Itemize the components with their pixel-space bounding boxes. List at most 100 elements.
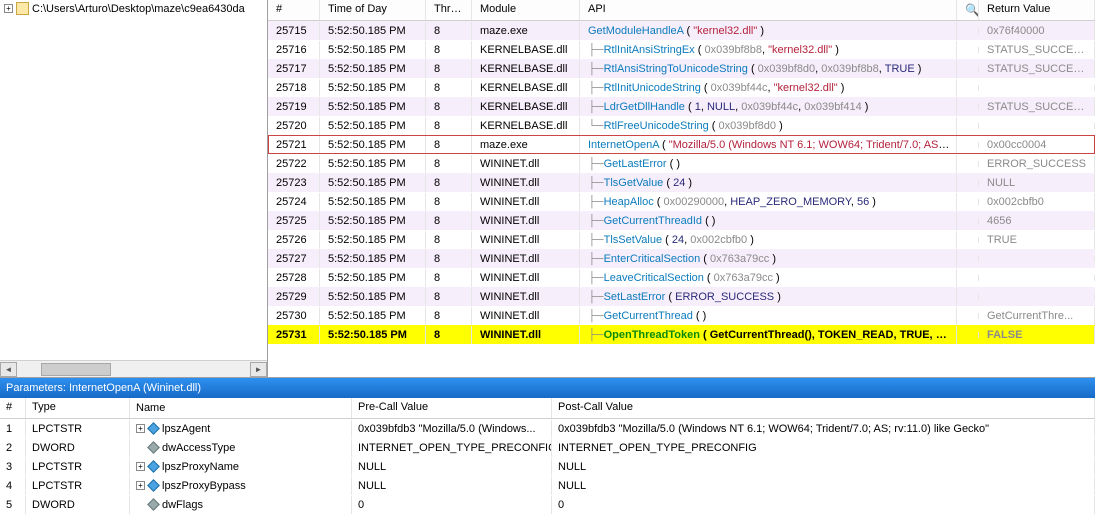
cell-api: GetModuleHandleA ( "kernel32.dll" )	[580, 22, 957, 40]
param-type: LPCTSTR	[26, 420, 130, 438]
col-search[interactable]: 🔍	[957, 0, 979, 20]
cell-module: WININET.dll	[472, 326, 580, 344]
cell-return: GetCurrentThre...	[979, 307, 1095, 325]
cell-module: WININET.dll	[472, 193, 580, 211]
cell-return	[979, 275, 1095, 281]
table-row[interactable]: 257235:52:50.185 PM8WININET.dll├─TlsGetV…	[268, 173, 1095, 192]
cell-thread: 8	[426, 98, 472, 116]
search-icon[interactable]: 🔍	[965, 3, 979, 17]
table-row[interactable]: 257155:52:50.185 PM8maze.exeGetModuleHan…	[268, 21, 1095, 40]
cell-spacer	[957, 66, 979, 72]
param-type: DWORD	[26, 496, 130, 514]
cell-module: WININET.dll	[472, 307, 580, 325]
cell-module: WININET.dll	[472, 231, 580, 249]
table-row[interactable]: 257285:52:50.185 PM8WININET.dll├─LeaveCr…	[268, 268, 1095, 287]
tree-hscrollbar[interactable]: ◄ ►	[0, 360, 267, 377]
cell-thread: 8	[426, 326, 472, 344]
cell-thread: 8	[426, 231, 472, 249]
param-row[interactable]: 2DWORDdwAccessTypeINTERNET_OPEN_TYPE_PRE…	[0, 438, 1095, 457]
cell-module: WININET.dll	[472, 155, 580, 173]
param-row[interactable]: 4LPCTSTR+lpszProxyBypassNULLNULL	[0, 476, 1095, 495]
param-index: 4	[0, 477, 26, 495]
cell-thread: 8	[426, 212, 472, 230]
cell-spacer	[957, 28, 979, 34]
col-index[interactable]: #	[268, 0, 320, 20]
cell-return	[979, 256, 1095, 262]
cell-spacer	[957, 275, 979, 281]
cell-time: 5:52:50.185 PM	[320, 41, 426, 59]
cell-module: WININET.dll	[472, 250, 580, 268]
table-row[interactable]: 257245:52:50.185 PM8WININET.dll├─HeapAll…	[268, 192, 1095, 211]
expand-icon[interactable]: +	[136, 424, 145, 433]
param-row[interactable]: 5DWORDdwFlags00	[0, 495, 1095, 514]
param-row[interactable]: 3LPCTSTR+lpszProxyNameNULLNULL	[0, 457, 1095, 476]
cell-index: 25716	[268, 41, 320, 59]
cell-module: WININET.dll	[472, 174, 580, 192]
cell-time: 5:52:50.185 PM	[320, 22, 426, 40]
cell-thread: 8	[426, 60, 472, 78]
col-thread[interactable]: Thread	[426, 0, 472, 20]
param-post: 0x039bfdb3 "Mozilla/5.0 (Windows NT 6.1;…	[552, 420, 1095, 438]
cell-module: WININET.dll	[472, 212, 580, 230]
table-row[interactable]: 257205:52:50.185 PM8KERNELBASE.dll└─RtlF…	[268, 116, 1095, 135]
diamond-icon	[147, 498, 160, 511]
cell-module: KERNELBASE.dll	[472, 98, 580, 116]
cell-module: KERNELBASE.dll	[472, 79, 580, 97]
cell-time: 5:52:50.185 PM	[320, 155, 426, 173]
param-pre: 0x039bfdb3 "Mozilla/5.0 (Windows...	[352, 420, 552, 438]
param-pre: 0	[352, 496, 552, 514]
cell-api: ├─RtlInitAnsiStringEx ( 0x039bf8b8, "ker…	[580, 41, 957, 59]
table-row[interactable]: 257175:52:50.185 PM8KERNELBASE.dll├─RtlA…	[268, 59, 1095, 78]
table-row[interactable]: 257195:52:50.185 PM8KERNELBASE.dll├─LdrG…	[268, 97, 1095, 116]
parameters-title: Parameters: InternetOpenA (Wininet.dll)	[0, 378, 1095, 398]
cell-api: ├─GetLastError ( )	[580, 155, 957, 173]
pcol-name[interactable]: Name	[130, 398, 352, 418]
cell-spacer	[957, 199, 979, 205]
pcol-pre[interactable]: Pre-Call Value	[352, 398, 552, 418]
scroll-thumb[interactable]	[41, 363, 111, 376]
cell-index: 25727	[268, 250, 320, 268]
cell-index: 25715	[268, 22, 320, 40]
tree-root-item[interactable]: + C:\Users\Arturo\Desktop\maze\c9ea6430d…	[0, 0, 267, 17]
table-row[interactable]: 257295:52:50.185 PM8WININET.dll├─SetLast…	[268, 287, 1095, 306]
col-api[interactable]: API	[580, 0, 957, 20]
cell-spacer	[957, 123, 979, 129]
table-row[interactable]: 257215:52:50.185 PM8maze.exeInternetOpen…	[268, 135, 1095, 154]
col-return[interactable]: Return Value	[979, 0, 1095, 20]
table-row[interactable]: 257265:52:50.185 PM8WININET.dll├─TlsSetV…	[268, 230, 1095, 249]
scroll-left-icon[interactable]: ◄	[0, 362, 17, 377]
parameters-pane: Parameters: InternetOpenA (Wininet.dll) …	[0, 378, 1095, 514]
pcol-post[interactable]: Post-Call Value	[552, 398, 1095, 418]
cell-time: 5:52:50.185 PM	[320, 79, 426, 97]
pcol-type[interactable]: Type	[26, 398, 130, 418]
param-name: +lpszProxyName	[130, 458, 352, 476]
pcol-index[interactable]: #	[0, 398, 26, 418]
cell-api: └─RtlFreeUnicodeString ( 0x039bf8d0 )	[580, 117, 957, 135]
table-row[interactable]: 257225:52:50.185 PM8WININET.dll├─GetLast…	[268, 154, 1095, 173]
table-row[interactable]: 257185:52:50.185 PM8KERNELBASE.dll├─RtlI…	[268, 78, 1095, 97]
cell-thread: 8	[426, 307, 472, 325]
param-post: INTERNET_OPEN_TYPE_PRECONFIG	[552, 439, 1095, 457]
table-row[interactable]: 257275:52:50.185 PM8WININET.dll├─EnterCr…	[268, 249, 1095, 268]
scroll-right-icon[interactable]: ►	[250, 362, 267, 377]
cell-return: 4656	[979, 212, 1095, 230]
cell-module: maze.exe	[472, 22, 580, 40]
cell-time: 5:52:50.185 PM	[320, 117, 426, 135]
table-row[interactable]: 257305:52:50.185 PM8WININET.dll├─GetCurr…	[268, 306, 1095, 325]
col-time[interactable]: Time of Day	[320, 0, 426, 20]
param-pre: INTERNET_OPEN_TYPE_PRECONFIG	[352, 439, 552, 457]
cell-module: KERNELBASE.dll	[472, 60, 580, 78]
param-row[interactable]: 1LPCTSTR+lpszAgent0x039bfdb3 "Mozilla/5.…	[0, 419, 1095, 438]
col-module[interactable]: Module	[472, 0, 580, 20]
expand-icon[interactable]: +	[136, 481, 145, 490]
table-row[interactable]: 257165:52:50.185 PM8KERNELBASE.dll├─RtlI…	[268, 40, 1095, 59]
cell-spacer	[957, 142, 979, 148]
expand-icon[interactable]: +	[136, 462, 145, 471]
cell-time: 5:52:50.185 PM	[320, 212, 426, 230]
table-row[interactable]: 257255:52:50.185 PM8WININET.dll├─GetCurr…	[268, 211, 1095, 230]
cell-api: InternetOpenA ( "Mozilla/5.0 (Windows NT…	[580, 136, 957, 154]
table-row[interactable]: 257315:52:50.185 PM8WININET.dll├─OpenThr…	[268, 325, 1095, 344]
expand-icon[interactable]: +	[4, 4, 13, 13]
cell-return: 0x00cc0004	[979, 136, 1095, 154]
cell-spacer	[957, 313, 979, 319]
